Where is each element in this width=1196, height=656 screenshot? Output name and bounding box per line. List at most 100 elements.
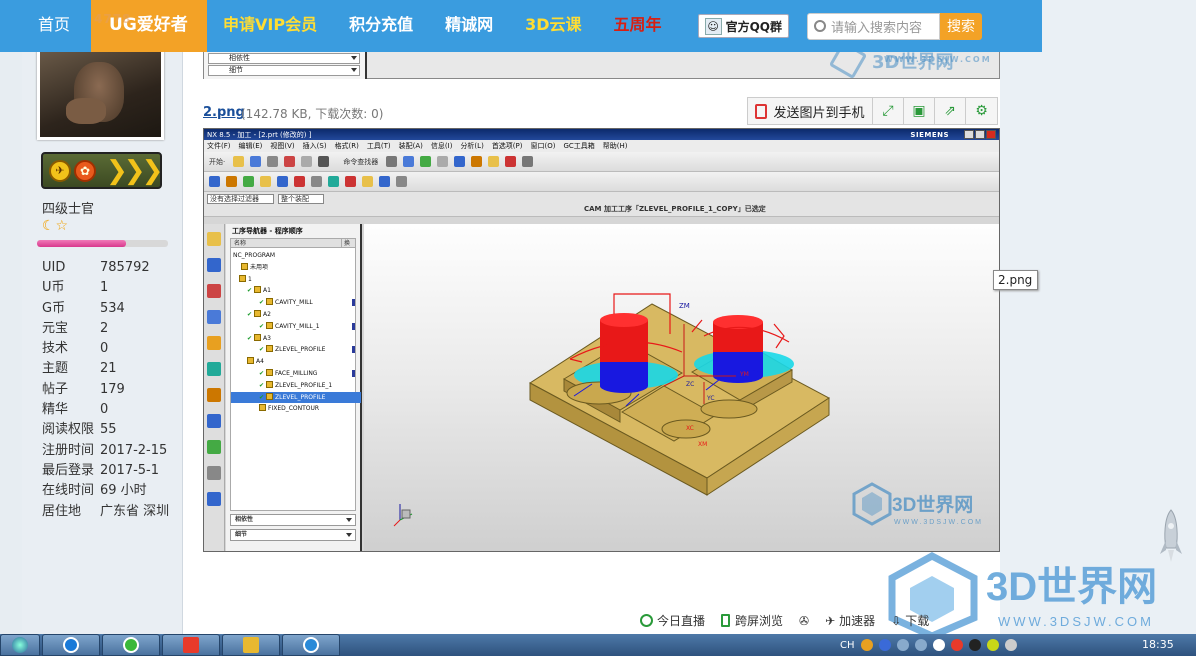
nx-status-text: CAM 加工工序「ZLEVEL_PROFILE_1_COPY」已选定 bbox=[584, 205, 766, 213]
path-status-icon bbox=[352, 346, 355, 354]
check-icon: ✔ bbox=[247, 311, 253, 318]
search-button[interactable]: 搜索 bbox=[939, 12, 982, 40]
nav-jingcheng[interactable]: 精诚网 bbox=[429, 0, 509, 52]
tray-icon[interactable] bbox=[986, 639, 999, 651]
stat-row: UID 785792 bbox=[42, 258, 182, 278]
svg-text:3D世界网: 3D世界网 bbox=[892, 494, 973, 516]
nx-menu-item: 窗口(O) bbox=[530, 142, 556, 150]
nx-menu-item: 信息(I) bbox=[430, 142, 453, 150]
tree-label: ZLEVEL_PROFILE bbox=[275, 393, 326, 401]
check-icon: ✔ bbox=[259, 370, 265, 377]
fullscreen-button[interactable]: ⤢ bbox=[873, 98, 904, 124]
help-icon[interactable] bbox=[878, 639, 891, 651]
qq-icon[interactable] bbox=[968, 639, 981, 651]
stat-row: 阅读权限 55 bbox=[42, 420, 182, 440]
save-icon: ▣ bbox=[912, 103, 926, 119]
nx-resource-icon bbox=[207, 310, 221, 324]
operation-icon bbox=[266, 298, 274, 306]
phone-icon bbox=[755, 103, 768, 119]
nav-fifth-anniversary[interactable]: 五周年 bbox=[598, 0, 678, 52]
tray-icon[interactable] bbox=[914, 639, 927, 651]
qq-group-button[interactable]: ☺ 官方QQ群 bbox=[697, 14, 789, 38]
volume-icon[interactable] bbox=[1004, 639, 1017, 651]
nx-resource-icon bbox=[207, 414, 221, 428]
stat-value: 0 bbox=[100, 341, 109, 357]
tree-row: ✔ CAVITY_MILL_1 bbox=[231, 321, 361, 332]
save-button[interactable]: ▣ bbox=[904, 98, 935, 124]
play-icon bbox=[640, 614, 653, 627]
tray-icon[interactable] bbox=[860, 639, 873, 651]
clock: 18:35 bbox=[1142, 638, 1174, 651]
navigator-columns: 名称换 bbox=[230, 238, 356, 248]
tree-label: A2 bbox=[263, 311, 271, 318]
tray-icon[interactable] bbox=[896, 639, 909, 651]
tree-label: ZLEVEL_PROFILE bbox=[275, 346, 326, 354]
nav-3d-cloud-course[interactable]: 3D云课 bbox=[509, 0, 597, 52]
settings-button[interactable]: ⚙ bbox=[966, 98, 997, 124]
cross-screen-button[interactable]: 跨屏浏览 bbox=[721, 612, 783, 629]
stat-row: 帖子 179 bbox=[42, 380, 182, 400]
tray-icon[interactable] bbox=[932, 639, 945, 651]
search-input[interactable]: 请输入搜索内容 bbox=[806, 12, 940, 40]
stat-label: 精华 bbox=[42, 402, 69, 418]
send-to-phone-button[interactable]: 发送图片到手机 bbox=[748, 98, 873, 124]
top-navigation: 首页 UG爱好者 申请VIP会员 积分充值 精诚网 3D云课 五周年 ☺ 官方QQ… bbox=[0, 0, 1042, 52]
nx-menu-item: 帮助(H) bbox=[602, 142, 628, 150]
start-button[interactable] bbox=[0, 634, 40, 656]
svg-text:YC: YC bbox=[706, 395, 715, 402]
tree-row: ✔ FACE_MILLING bbox=[231, 368, 361, 379]
nx-nav-bottom: 相依性 细节 bbox=[204, 52, 367, 79]
operation-icon bbox=[266, 369, 274, 376]
taskbar-app-cloud[interactable] bbox=[282, 634, 340, 656]
window-buttons bbox=[963, 130, 996, 139]
check-icon: ✔ bbox=[247, 334, 253, 342]
nav-vip[interactable]: 申请VIP会员 bbox=[207, 0, 333, 52]
ime-indicator[interactable]: CH bbox=[840, 640, 855, 651]
stat-label: G币 bbox=[42, 300, 66, 316]
download-button[interactable]: ⇩ 下载 bbox=[891, 612, 929, 629]
download-icon: ⇩ bbox=[891, 613, 902, 628]
nav-home[interactable]: 首页 bbox=[0, 0, 91, 52]
attachment-link[interactable]: 2.png bbox=[203, 105, 245, 120]
tree-label: A3 bbox=[263, 334, 271, 342]
taskbar-app-k[interactable] bbox=[42, 634, 100, 656]
nav-recharge[interactable]: 积分充值 bbox=[333, 0, 429, 52]
tray-icon[interactable] bbox=[950, 639, 963, 651]
attachment-image-1-partial[interactable]: 相依性 细节 3D世界网 WWW.3DSJW.COM bbox=[203, 40, 1000, 80]
taskbar-app-browser[interactable] bbox=[102, 634, 160, 656]
nav-ug-fans[interactable]: UG爱好者 bbox=[91, 0, 208, 52]
taskbar-app-paint[interactable] bbox=[222, 634, 280, 656]
tree-label: FIXED_CONTOUR bbox=[268, 405, 320, 413]
gear-icon: ⚙ bbox=[975, 103, 988, 119]
stat-value: 69 小时 bbox=[100, 483, 147, 499]
nx-resource-icon bbox=[207, 388, 221, 402]
svg-text:XM: XM bbox=[698, 441, 707, 448]
tree-row: 未用项 bbox=[231, 262, 361, 273]
nx-title-bar: NX 8.5 - 加工 - [2.prt (修改的) ] SIEMENS bbox=[204, 129, 999, 140]
check-icon: ✔ bbox=[259, 322, 265, 330]
tree-label: A1 bbox=[263, 287, 271, 295]
stat-value: 2017-5-1 bbox=[100, 462, 160, 478]
nx-menu-item: 分析(L) bbox=[460, 142, 484, 150]
taskbar-app-nx[interactable] bbox=[162, 634, 220, 656]
nx-resource-icon bbox=[207, 466, 221, 480]
browser-icon-button[interactable]: ✇ bbox=[799, 614, 809, 628]
tree-row: ✔ CAVITY_MILL bbox=[231, 297, 361, 308]
nx-icon bbox=[183, 637, 199, 653]
share-button[interactable]: ⇗ bbox=[935, 98, 966, 124]
expand-icon: ⤢ bbox=[882, 103, 894, 119]
live-button[interactable]: 今日直播 bbox=[640, 612, 705, 629]
accelerator-button[interactable]: ✈ 加速器 bbox=[825, 612, 875, 629]
nx-resource-icon bbox=[207, 336, 221, 350]
stat-label: 注册时间 bbox=[42, 442, 95, 458]
tree-label: CAVITY_MILL_1 bbox=[275, 322, 320, 330]
stat-row: 在线时间 69 小时 bbox=[42, 481, 182, 501]
nx-resource-bar bbox=[204, 224, 225, 551]
accelerator-label: 加速器 bbox=[839, 614, 876, 628]
attachment-image-nx-screenshot[interactable]: NX 8.5 - 加工 - [2.prt (修改的) ] SIEMENS 文件(… bbox=[203, 128, 1000, 552]
qq-group-icon: ☺ bbox=[704, 17, 722, 35]
nx-menu-item: GC工具箱 bbox=[563, 142, 595, 150]
avatar[interactable] bbox=[37, 47, 164, 140]
attachment-header: 2.png (142.78 KB, 下载次数: 0) 发送图片到手机 ⤢ ▣ ⇗… bbox=[203, 97, 1000, 127]
stat-value: 534 bbox=[100, 300, 125, 316]
